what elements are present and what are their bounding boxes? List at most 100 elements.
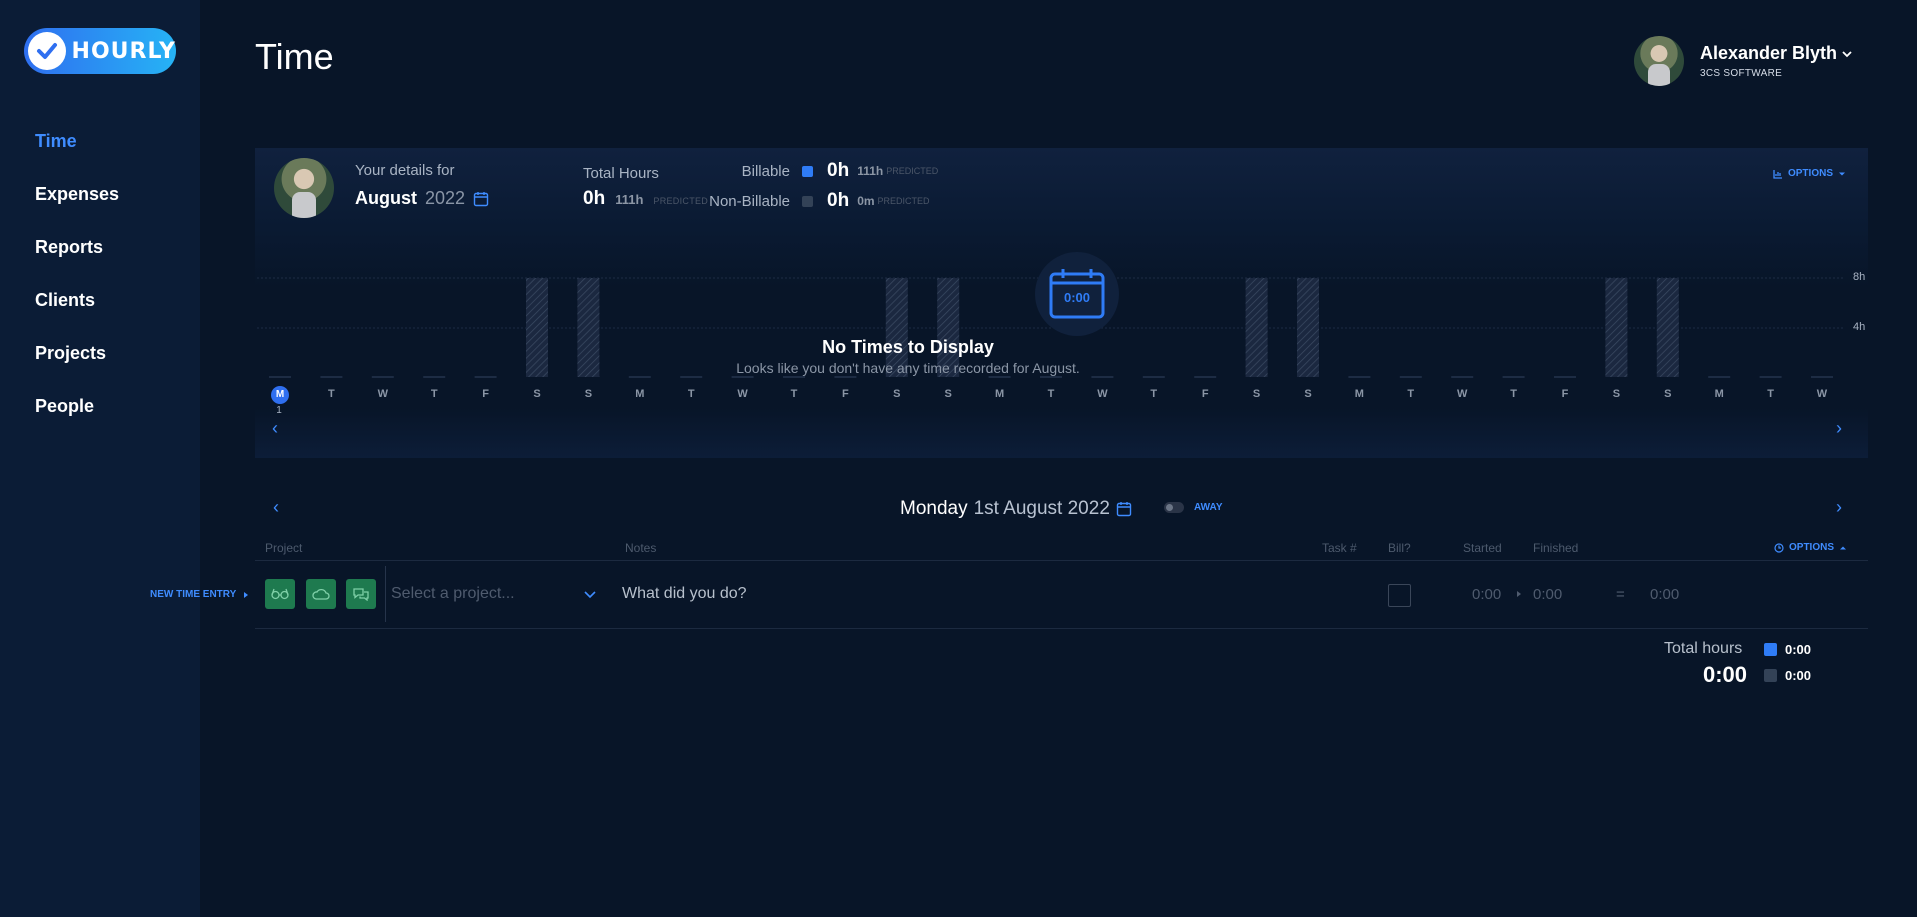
hourly-logo[interactable]: HOURLY bbox=[24, 28, 176, 74]
glasses-button[interactable] bbox=[265, 579, 295, 609]
row-divider bbox=[385, 566, 386, 622]
day-label[interactable]: S bbox=[1613, 388, 1620, 400]
chart-prev-arrow[interactable]: ‹ bbox=[272, 419, 278, 437]
page-title: Time bbox=[255, 36, 334, 77]
day-label[interactable]: T bbox=[1407, 388, 1414, 400]
grid-label-8h: 8h bbox=[1853, 271, 1866, 283]
notes-input[interactable] bbox=[622, 578, 1262, 610]
prev-day-arrow[interactable]: ‹ bbox=[273, 498, 279, 516]
user-menu[interactable]: Alexander Blyth 3CS SOFTWARE bbox=[1634, 36, 1853, 86]
comments-button[interactable] bbox=[346, 579, 376, 609]
avatar bbox=[1634, 36, 1684, 86]
row-divider-bottom bbox=[255, 628, 1868, 629]
started-time[interactable]: 0:00 bbox=[1472, 586, 1501, 603]
next-day-arrow[interactable]: › bbox=[1836, 498, 1842, 516]
header-divider bbox=[255, 560, 1868, 561]
day-label[interactable]: T bbox=[328, 388, 335, 400]
day-weekday: Monday bbox=[900, 498, 968, 519]
total-nonbillable: 0:00 bbox=[1764, 668, 1811, 683]
day-label[interactable]: S bbox=[945, 388, 952, 400]
day-title: Monday 1st August 2022 bbox=[900, 498, 1132, 520]
weekend-bar bbox=[1605, 278, 1628, 377]
total-nonbillable-value: 0:00 bbox=[1785, 668, 1812, 683]
sidebar-nav: Time Expenses Reports Clients Projects P… bbox=[35, 128, 119, 446]
new-time-entry-label: NEW TIME ENTRY bbox=[150, 589, 237, 600]
table-options-button[interactable]: OPTIONS bbox=[1774, 542, 1847, 553]
day-label[interactable]: S bbox=[1304, 388, 1311, 400]
day-label[interactable]: T bbox=[1767, 388, 1774, 400]
clock-icon bbox=[1774, 542, 1784, 553]
sidebar-item-people[interactable]: People bbox=[35, 393, 119, 446]
check-icon bbox=[28, 32, 66, 70]
user-name: Alexander Blyth bbox=[1700, 43, 1838, 63]
day-label[interactable]: M bbox=[635, 388, 644, 400]
day-label[interactable]: T bbox=[1048, 388, 1055, 400]
today-day-number: 1 bbox=[276, 405, 282, 416]
sidebar-item-clients[interactable]: Clients bbox=[35, 287, 119, 340]
day-label[interactable]: S bbox=[1253, 388, 1260, 400]
caret-up-icon bbox=[1840, 546, 1847, 549]
chevron-down-icon bbox=[584, 591, 596, 599]
weekend-bar bbox=[1656, 278, 1679, 377]
day-label[interactable]: W bbox=[1817, 388, 1827, 400]
billable-checkbox[interactable] bbox=[1388, 584, 1411, 607]
nonbillable-swatch bbox=[1764, 669, 1777, 682]
day-label[interactable]: T bbox=[688, 388, 695, 400]
day-label[interactable]: M bbox=[1355, 388, 1364, 400]
project-select-placeholder: Select a project... bbox=[391, 585, 515, 602]
col-bill: Bill? bbox=[1388, 541, 1411, 555]
cloud-button[interactable] bbox=[306, 579, 336, 609]
logo-text: HOURLY bbox=[71, 38, 176, 64]
away-toggle[interactable] bbox=[1164, 502, 1184, 513]
sidebar: HOURLY Time Expenses Reports Clients Pro… bbox=[0, 0, 200, 917]
comments-icon bbox=[353, 588, 369, 601]
total-billable-value: 0:00 bbox=[1785, 642, 1812, 657]
day-label[interactable]: T bbox=[431, 388, 438, 400]
glasses-icon bbox=[271, 588, 289, 600]
col-started: Started bbox=[1463, 541, 1502, 555]
new-time-entry-button[interactable]: NEW TIME ENTRY bbox=[150, 589, 249, 600]
day-label[interactable]: S bbox=[893, 388, 900, 400]
empty-state-title: No Times to Display bbox=[822, 337, 994, 357]
sidebar-item-expenses[interactable]: Expenses bbox=[35, 181, 119, 234]
away-toggle-group: AWAY bbox=[1164, 502, 1223, 513]
empty-state-subtitle: Looks like you don't have any time recor… bbox=[736, 360, 1080, 376]
grid-label-4h: 4h bbox=[1853, 321, 1866, 333]
chart-next-arrow[interactable]: › bbox=[1836, 419, 1842, 437]
day-label[interactable]: M bbox=[1715, 388, 1724, 400]
day-label[interactable]: S bbox=[585, 388, 592, 400]
arrow-right-icon bbox=[1517, 591, 1521, 597]
sidebar-item-projects[interactable]: Projects bbox=[35, 340, 119, 393]
day-label[interactable]: S bbox=[1664, 388, 1671, 400]
col-task: Task # bbox=[1322, 541, 1357, 555]
sidebar-item-time[interactable]: Time bbox=[35, 128, 119, 181]
user-company: 3CS SOFTWARE bbox=[1700, 68, 1783, 79]
total-hours-footer-label: Total hours bbox=[1664, 640, 1743, 657]
day-label[interactable]: W bbox=[378, 388, 388, 400]
day-label[interactable]: F bbox=[1562, 388, 1569, 400]
project-select[interactable]: Select a project... bbox=[391, 578, 597, 610]
day-label[interactable]: S bbox=[533, 388, 540, 400]
calendar-icon[interactable] bbox=[1116, 501, 1132, 517]
billable-swatch bbox=[1764, 643, 1777, 656]
sidebar-item-reports[interactable]: Reports bbox=[35, 234, 119, 287]
duration-time[interactable]: 0:00 bbox=[1650, 586, 1679, 603]
finished-time[interactable]: 0:00 bbox=[1533, 586, 1562, 603]
table-options-label: OPTIONS bbox=[1789, 542, 1835, 553]
day-label[interactable]: M bbox=[271, 386, 289, 404]
equals-sign: = bbox=[1616, 586, 1625, 603]
away-label: AWAY bbox=[1194, 502, 1223, 513]
day-label[interactable]: T bbox=[1510, 388, 1517, 400]
chevron-down-icon bbox=[1842, 50, 1852, 57]
day-label[interactable]: W bbox=[1097, 388, 1107, 400]
cloud-icon bbox=[312, 588, 330, 600]
day-label[interactable]: W bbox=[1457, 388, 1467, 400]
day-label[interactable]: M bbox=[995, 388, 1004, 400]
day-label[interactable]: F bbox=[1202, 388, 1209, 400]
day-label[interactable]: F bbox=[482, 388, 489, 400]
details-panel: Your details for August 2022 Total Hours… bbox=[255, 148, 1868, 458]
day-label[interactable]: F bbox=[842, 388, 849, 400]
day-label[interactable]: W bbox=[737, 388, 747, 400]
day-label[interactable]: T bbox=[791, 388, 798, 400]
day-label[interactable]: T bbox=[1150, 388, 1157, 400]
